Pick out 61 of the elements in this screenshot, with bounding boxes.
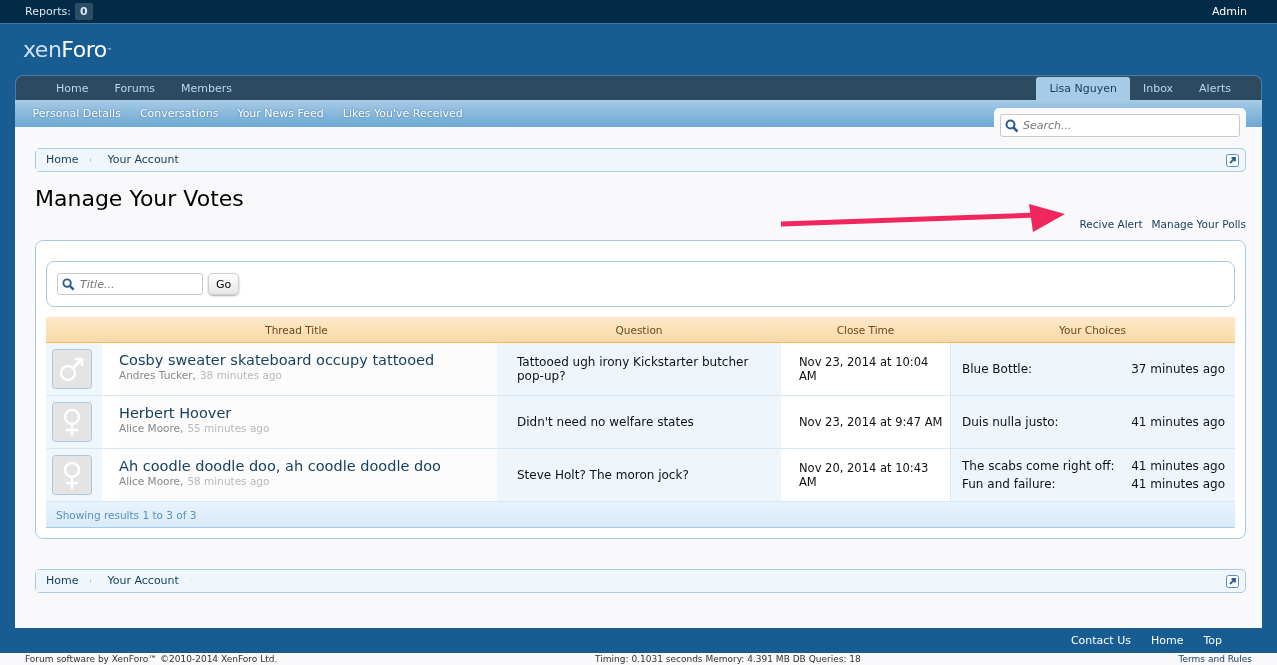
logo[interactable]: xenForo$^{™}$ <box>15 24 143 75</box>
nav-tab[interactable]: Inbox <box>1129 77 1187 100</box>
thread-title-link[interactable]: Ah coodle doodle doo, ah coodle doodle doo <box>119 458 497 474</box>
nav-tab[interactable]: Members <box>168 77 246 100</box>
question-text: Tattooed ugh irony Kickstarter butcher pop-up? <box>517 355 750 383</box>
choice-time: 41 minutes ago <box>1131 477 1225 491</box>
choice-time: 41 minutes ago <box>1131 459 1225 473</box>
results-count: Showing results 1 to 3 of 3 <box>56 508 197 521</box>
avatar-icon[interactable] <box>52 349 92 389</box>
column-header: Question <box>614 323 664 336</box>
choice-option: Duis nulla justo: <box>962 415 1059 429</box>
choice-option: Blue Bottle: <box>962 362 1033 376</box>
footer-link[interactable]: Contact Us <box>1070 634 1131 647</box>
search-icon <box>62 278 75 291</box>
admin-link[interactable]: Admin <box>1211 5 1247 18</box>
nav-tab[interactable]: Forums <box>101 77 169 100</box>
jump-icon[interactable] <box>1226 153 1239 167</box>
nav-tab[interactable]: Alerts <box>1186 77 1244 100</box>
reports-label: Reports: <box>25 5 71 18</box>
column-header: Your Choices <box>1058 323 1127 336</box>
column-header: Close Time <box>835 323 896 336</box>
close-time: Nov 23, 2014 at 10:04 AM <box>799 355 930 383</box>
close-time: Nov 23, 2014 at 9:47 AM <box>799 415 943 429</box>
copyright-text: Forum software by XenForo™ ©2010-2014 XenForo Ltd. <box>25 653 278 665</box>
avatar-icon[interactable] <box>52 455 92 495</box>
breadcrumb-link[interactable]: Your Account <box>97 149 192 171</box>
footer-link[interactable]: Home <box>1150 634 1184 647</box>
footer-link[interactable]: Top <box>1203 634 1222 647</box>
author-link[interactable]: Alice Moore, <box>119 475 184 487</box>
column-header: Thread Title <box>264 323 329 336</box>
author-link[interactable]: Alice Moore, <box>119 422 184 434</box>
page-title: Manage Your Votes <box>35 186 245 213</box>
question-text: Steve Holt? The moron jock? <box>517 468 689 482</box>
nav-tab[interactable]: Home <box>43 77 102 100</box>
breadcrumb-link[interactable]: Home <box>36 149 92 171</box>
choice-time: 37 minutes ago <box>1131 362 1225 376</box>
terms-link[interactable]: Terms and Rules <box>1178 653 1252 665</box>
search-field[interactable]: Search... <box>1000 114 1240 137</box>
debug-timing-text: Timing: 0.1031 seconds Memory: 4.391 MB DB Queries: 18 <box>595 653 861 665</box>
thread-title-link[interactable]: Cosby sweater skateboard occupy tattooed <box>119 352 497 368</box>
title-field[interactable]: Title... <box>57 273 203 295</box>
link[interactable]: Manage Your Polls <box>1151 217 1246 230</box>
choice-option: The scabs come right off: <box>962 459 1115 473</box>
breadcrumb-link[interactable]: Your Account <box>97 570 192 592</box>
choice-time: 41 minutes ago <box>1131 415 1225 429</box>
go-button[interactable]: Go <box>208 273 240 295</box>
nav-tab[interactable]: Lisa Nguyen <box>1036 77 1130 100</box>
reports-count[interactable]: 0 <box>74 3 93 20</box>
thread-title-link[interactable]: Herbert Hoover <box>119 405 497 421</box>
author-link[interactable]: Andres Tucker, <box>119 369 196 381</box>
post-time: 58 minutes ago <box>187 475 270 487</box>
jump-icon[interactable] <box>1226 574 1239 588</box>
post-time: 38 minutes ago <box>199 369 282 381</box>
close-time: Nov 20, 2014 at 10:43 AM <box>799 461 930 489</box>
avatar-icon[interactable] <box>52 402 92 442</box>
choice-option: Fun and failure: <box>962 477 1056 491</box>
question-text: Didn't need no welfare states <box>517 415 694 429</box>
breadcrumb-link[interactable]: Home <box>36 570 92 592</box>
post-time: 55 minutes ago <box>187 422 270 434</box>
search-icon <box>1005 119 1019 133</box>
link[interactable]: Recive Alert <box>1079 217 1143 230</box>
